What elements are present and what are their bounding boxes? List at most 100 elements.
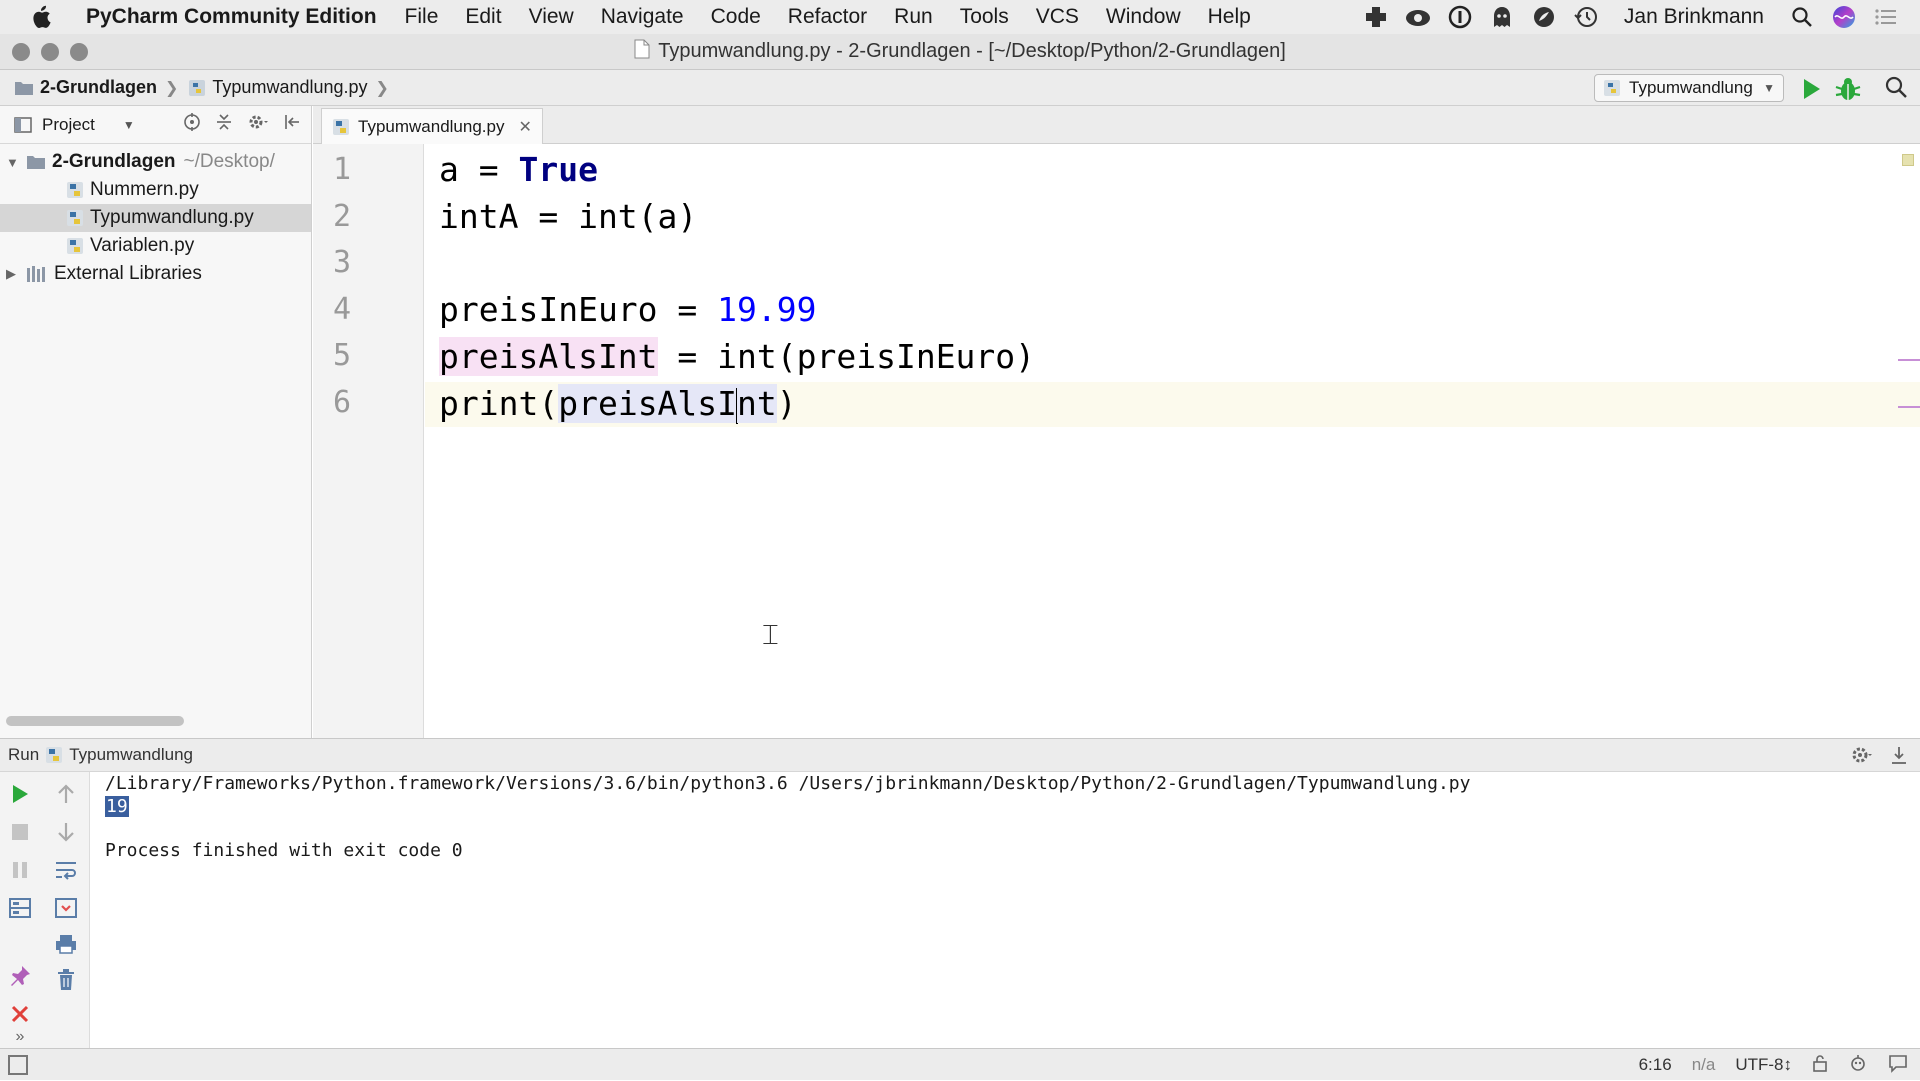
error-stripe-marker[interactable] (1898, 406, 1920, 408)
code-line-6[interactable]: print(preisAlsInt) (439, 384, 797, 424)
stop-button[interactable] (6, 818, 34, 846)
caret-position[interactable]: 6:16 (1639, 1055, 1672, 1075)
chevron-down-icon[interactable]: ▼ (123, 118, 135, 132)
code-text: ) (776, 384, 797, 423)
spotlight-search-icon[interactable] (1788, 3, 1816, 31)
editor-tab-typumwandlung[interactable]: Typumwandlung.py ✕ (321, 108, 543, 144)
tree-item-external-libraries[interactable]: ▶ External Libraries (0, 260, 311, 288)
run-configuration-label: Typumwandlung (1629, 78, 1753, 97)
ghost-icon[interactable] (1488, 3, 1516, 31)
tool-windows-toggle-icon[interactable] (8, 1055, 28, 1075)
lock-icon[interactable] (1812, 1054, 1828, 1077)
hide-panel-icon[interactable] (283, 113, 301, 136)
run-configuration-select[interactable]: Typumwandlung ▼ (1594, 74, 1784, 102)
time-machine-icon[interactable] (1572, 3, 1600, 31)
clear-all-button[interactable] (52, 966, 80, 994)
app-name-menu[interactable]: PyCharm Community Edition (86, 5, 377, 29)
tree-item-file[interactable]: Variablen.py (0, 232, 311, 260)
plus-cross-icon[interactable] (1362, 3, 1390, 31)
horizontal-scrollbar[interactable] (6, 716, 184, 726)
scroll-up-button[interactable] (52, 780, 80, 808)
status-bar: 6:16 n/a UTF-8↕ (0, 1048, 1920, 1080)
search-everywhere-button[interactable] (1884, 75, 1910, 101)
tree-item-project-root[interactable]: ▼ 2-Grundlagen ~/Desktop/ (0, 148, 311, 176)
menu-edit[interactable]: Edit (465, 5, 501, 29)
expand-arrow-icon[interactable]: ▶ (6, 266, 18, 282)
run-panel-config-tab[interactable]: Typumwandlung (69, 745, 193, 765)
gear-icon[interactable] (247, 113, 269, 136)
more-actions-icon[interactable]: » (6, 1028, 34, 1046)
breadcrumb-project[interactable]: 2-Grundlagen (14, 77, 157, 98)
scroll-to-end-button[interactable] (52, 894, 80, 922)
zoom-window-button[interactable] (70, 43, 88, 61)
password-manager-icon[interactable] (1446, 3, 1474, 31)
inspector-icon[interactable] (1848, 1053, 1868, 1078)
window-controls (12, 43, 88, 61)
analysis-status-icon[interactable] (1902, 154, 1914, 166)
folder-icon (27, 156, 45, 169)
minimize-window-button[interactable] (41, 43, 59, 61)
project-view-selector[interactable]: Project (42, 115, 95, 135)
menu-help[interactable]: Help (1208, 5, 1251, 29)
pause-icon (13, 862, 27, 878)
close-tab-icon[interactable]: ✕ (518, 117, 531, 137)
menu-code[interactable]: Code (711, 5, 761, 29)
soft-wrap-button[interactable] (52, 856, 80, 884)
error-stripe-marker[interactable] (1898, 359, 1920, 361)
pin-tab-button[interactable] (6, 962, 34, 990)
notification-center-icon[interactable] (1872, 3, 1900, 31)
menu-file[interactable]: File (405, 5, 439, 29)
window-title-bar: Typumwandlung.py - 2-Grundlagen - [~/Des… (0, 34, 1920, 70)
console-command-line: /Library/Frameworks/Python.framework/Ver… (105, 773, 1471, 794)
leaf-icon[interactable] (1530, 3, 1558, 31)
code-line-5[interactable]: preisAlsInt = int(preisInEuro) (439, 337, 1035, 376)
pause-button[interactable] (6, 856, 34, 884)
user-name[interactable]: Jan Brinkmann (1624, 5, 1764, 29)
search-icon (1885, 76, 1907, 98)
close-window-button[interactable] (12, 43, 30, 61)
run-button[interactable] (1798, 76, 1824, 102)
rerun-button[interactable] (6, 780, 34, 808)
external-libraries-label: External Libraries (54, 263, 202, 284)
menu-navigate[interactable]: Navigate (601, 5, 684, 29)
tree-item-file[interactable]: Nummern.py (0, 176, 311, 204)
event-log-icon[interactable] (1888, 1053, 1908, 1078)
code-line-4[interactable]: preisInEuro = 19.99 (439, 290, 817, 329)
creative-cloud-icon[interactable] (1404, 3, 1432, 31)
tree-item-file-selected[interactable]: Typumwandlung.py (0, 204, 311, 232)
run-play-icon (13, 785, 28, 803)
print-button[interactable] (52, 930, 80, 958)
breadcrumb-project-label: 2-Grundlagen (40, 77, 158, 97)
menu-vcs[interactable]: VCS (1036, 5, 1079, 29)
line-number: 1 (333, 152, 352, 187)
console-output-line: 19 (105, 796, 129, 817)
gear-icon[interactable] (1850, 745, 1874, 770)
code-editor[interactable]: a = True intA = int(a) preisInEuro = 19.… (425, 144, 1920, 738)
scroll-to-end-icon (55, 898, 77, 918)
collapse-all-icon[interactable] (215, 113, 233, 136)
scroll-down-button[interactable] (52, 818, 80, 846)
debug-button[interactable] (1834, 75, 1862, 103)
menu-refactor[interactable]: Refactor (788, 5, 867, 29)
menu-tools[interactable]: Tools (960, 5, 1009, 29)
line-separator-indicator[interactable]: n/a (1692, 1055, 1716, 1075)
code-line-2[interactable]: intA = int(a) (439, 197, 697, 236)
libraries-icon (27, 266, 45, 282)
file-encoding[interactable]: UTF-8↕ (1735, 1055, 1792, 1075)
python-file-icon (67, 238, 83, 254)
console-exit-message: Process finished with exit code 0 (105, 840, 463, 861)
menu-run[interactable]: Run (894, 5, 933, 29)
locate-file-icon[interactable] (183, 113, 201, 136)
menu-view[interactable]: View (529, 5, 574, 29)
close-icon (11, 1005, 29, 1023)
run-console-output[interactable]: /Library/Frameworks/Python.framework/Ver… (91, 772, 1920, 1048)
siri-icon[interactable] (1830, 3, 1858, 31)
code-line-1[interactable]: a = True (439, 150, 598, 189)
close-run-button[interactable] (6, 1000, 34, 1028)
hide-panel-icon[interactable] (1890, 745, 1908, 770)
expand-arrow-icon[interactable]: ▼ (6, 155, 19, 170)
breadcrumb-file[interactable]: Typumwandlung.py (188, 77, 368, 98)
menu-window[interactable]: Window (1106, 5, 1181, 29)
apple-icon[interactable] (30, 5, 52, 29)
restore-layout-button[interactable] (6, 894, 34, 922)
